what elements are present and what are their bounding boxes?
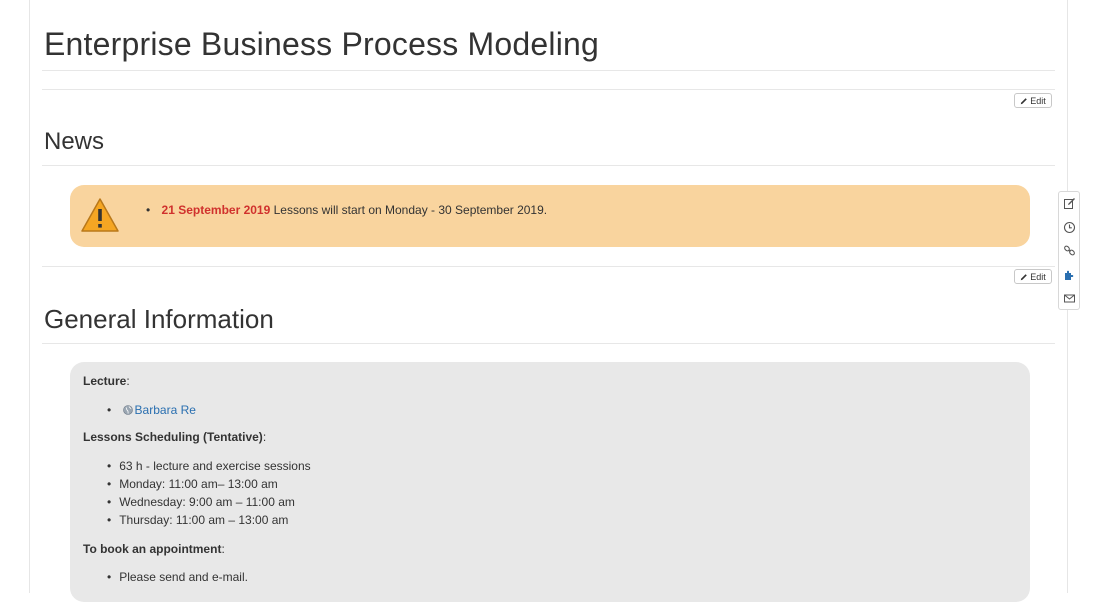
side-toolbar [1058,191,1080,310]
general-edit-button[interactable]: Edit [1014,269,1052,284]
lecture-label: Lecture: [83,374,130,388]
page-content: Enterprise Business Process Modeling Edi… [29,0,1068,602]
divider [42,343,1055,344]
warning-icon [81,198,119,232]
history-button[interactable] [1063,221,1076,234]
edit-page-button[interactable] [1063,197,1076,210]
edit-page-icon [1064,198,1075,209]
divider [42,89,1055,90]
divider [42,70,1055,71]
news-alert-box: 21 September 2019 Lessons will start on … [70,185,1030,247]
news-item: 21 September 2019 Lessons will start on … [146,203,548,217]
divider [42,266,1055,267]
appointment-list: Please send and e-mail. [107,568,248,586]
mail-icon [1064,294,1075,303]
mail-button[interactable] [1063,292,1076,305]
list-item: Please send and e-mail. [107,568,248,586]
divider [42,165,1055,166]
list-item: Monday: 11:00 am– 13:00 am [107,475,311,493]
page-title: Enterprise Business Process Modeling [44,26,600,62]
pencil-icon [1021,273,1028,280]
link-button[interactable] [1063,244,1076,257]
edit-label: Edit [1030,95,1046,106]
general-info-heading: General Information [44,304,274,334]
news-list: 21 September 2019 Lessons will start on … [146,203,548,217]
pencil-icon [1021,97,1028,104]
appointment-label: To book an appointment: [83,542,225,556]
schedule-label: Lessons Scheduling (Tentative): [83,430,267,444]
schedule-list: 63 h - lecture and exercise sessions Mon… [107,457,311,529]
plugin-button[interactable] [1063,268,1076,281]
list-item: Thursday: 11:00 am – 13:00 am [107,511,311,529]
news-date: 21 September 2019 [161,203,271,217]
link-icon [1064,245,1075,256]
history-icon [1063,221,1076,234]
news-edit-button[interactable]: Edit [1014,93,1052,108]
general-info-box: Lecture: Barbara Re Lessons Scheduling (… [70,362,1030,602]
list-item: Wednesday: 9:00 am – 11:00 am [107,493,311,511]
edit-label: Edit [1030,271,1046,282]
news-heading: News [44,128,105,155]
lecturer-list: Barbara Re [107,401,196,419]
lecturer-link[interactable]: Barbara Re [135,403,196,417]
plugin-icon [1065,270,1074,280]
list-item: Barbara Re [107,401,196,419]
news-text: Lessons will start on Monday - 30 Septem… [270,203,548,217]
list-item: 63 h - lecture and exercise sessions [107,457,310,475]
globe-icon [122,405,133,415]
